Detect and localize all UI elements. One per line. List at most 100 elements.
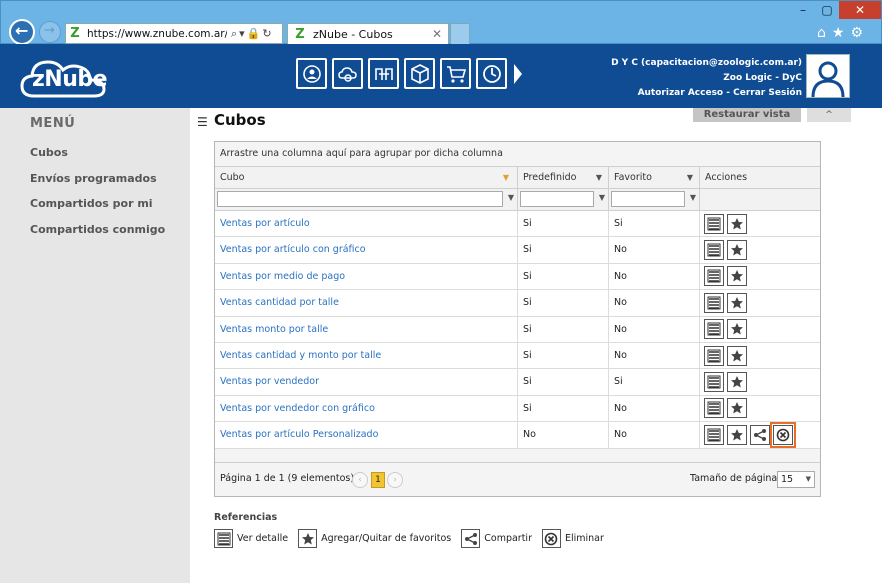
cube-name-link[interactable]: Ventas por medio de pago	[215, 263, 518, 290]
favorite-toggle-button[interactable]	[727, 319, 747, 340]
view-detail-button[interactable]	[704, 319, 724, 340]
address-bar-icons[interactable]: ⌕▾🔒↻	[231, 27, 274, 41]
next-page-button[interactable]: ›	[387, 472, 403, 488]
prev-page-button[interactable]: ‹	[352, 472, 368, 488]
sort-desc-icon[interactable]: ▼	[503, 167, 509, 188]
filter-input-favorito[interactable]	[611, 191, 685, 207]
predefinido-value: Si	[518, 290, 609, 316]
cube-name-link[interactable]: Ventas cantidad y monto por talle	[215, 342, 518, 369]
tab-close-icon[interactable]: ✕	[432, 27, 442, 41]
address-bar[interactable]: Z https://www.znube.com.ar/OLAP, ⌕▾🔒↻	[65, 23, 283, 44]
browser-toolbar-icons[interactable]: ⌂★⚙	[817, 25, 869, 41]
logout-link[interactable]: Cerrar Sesión	[733, 88, 802, 98]
view-detail-button[interactable]	[704, 240, 724, 261]
table-row[interactable]: Ventas por artículo Personalizado No No	[215, 422, 820, 449]
favorite-toggle-button[interactable]	[727, 266, 747, 287]
table-row[interactable]: Ventas por medio de pago Si No	[215, 263, 820, 291]
url-text[interactable]: https://www.znube.com.ar/OLAP,	[87, 28, 227, 40]
window-close-icon[interactable]: ✕	[839, 1, 881, 19]
filter-icon[interactable]: ▼	[690, 193, 696, 202]
hamburger-menu-icon[interactable]: ☰	[197, 115, 208, 129]
view-detail-button[interactable]	[704, 424, 724, 445]
cube-name-link[interactable]: Ventas por artículo	[215, 211, 518, 237]
favorite-toggle-button[interactable]	[727, 345, 747, 366]
view-detail-button[interactable]	[704, 398, 724, 419]
column-header-favorito[interactable]: Favorito ▼	[609, 167, 700, 188]
restore-view-button[interactable]: Restaurar vista	[693, 108, 801, 122]
filter-icon[interactable]: ▼	[596, 167, 602, 188]
filter-icon[interactable]: ▼	[508, 193, 514, 202]
menu-title: MENÚ	[30, 116, 76, 131]
column-header-cubo[interactable]: Cubo ▼	[215, 167, 518, 188]
favorite-toggle-button[interactable]	[727, 240, 747, 261]
column-header-label: Acciones	[705, 172, 748, 183]
table-row[interactable]: Ventas por vendedor Si Si	[215, 369, 820, 396]
authorize-access-link[interactable]: Autorizar Acceso	[638, 88, 724, 98]
filter-input-predefinido[interactable]	[520, 191, 594, 207]
table-row[interactable]: Ventas por artículo Si Si	[215, 211, 820, 238]
filter-icon[interactable]: ▼	[599, 193, 605, 202]
app-header: zNube D Y C (capacitacion@zoologic.com.a…	[0, 44, 882, 108]
browser-tab[interactable]: Z zNube - Cubos ✕	[287, 23, 449, 45]
back-button[interactable]	[9, 19, 35, 45]
cube-name-link[interactable]: Ventas monto por talle	[215, 316, 518, 342]
page-title: Cubos	[214, 111, 266, 129]
group-by-panel[interactable]: Arrastre una columna aquí para agrupar p…	[215, 142, 820, 167]
table-row[interactable]: Ventas por vendedor con gráfico Si No	[215, 395, 820, 423]
list-detail-icon	[214, 529, 233, 548]
cube-name-link[interactable]: Ventas por artículo con gráfico	[215, 237, 518, 263]
favorito-value: Si	[609, 211, 700, 237]
avatar[interactable]	[806, 54, 850, 98]
minimize-icon[interactable]: –	[791, 1, 815, 19]
favorite-toggle-button[interactable]	[727, 424, 747, 445]
view-detail-button[interactable]	[704, 345, 724, 366]
table-row[interactable]: Ventas cantidad y monto por talle Si No	[215, 342, 820, 370]
column-header-predefinido[interactable]: Predefinido ▼	[518, 167, 609, 188]
forward-button[interactable]	[39, 21, 61, 43]
predefinido-value: Si	[518, 263, 609, 290]
sidebar-item-compartidos-conmigo[interactable]: Compartidos conmigo	[30, 223, 165, 236]
cube-name-link[interactable]: Ventas por vendedor	[215, 369, 518, 395]
settings-gear-icon[interactable]: ⚙	[850, 25, 869, 41]
favorite-toggle-button[interactable]	[727, 213, 747, 234]
view-detail-button[interactable]	[704, 213, 724, 234]
favorites-icon[interactable]: ★	[832, 25, 851, 41]
znube-logo[interactable]: zNube	[20, 52, 112, 102]
browser-chrome: Z https://www.znube.com.ar/OLAP, ⌕▾🔒↻ Z …	[0, 0, 882, 45]
favorite-toggle-button[interactable]	[727, 398, 747, 419]
actions-cell	[700, 211, 820, 236]
delete-button[interactable]	[770, 422, 796, 448]
favorite-toggle-button[interactable]	[727, 292, 747, 313]
table-row[interactable]: Ventas monto por talle Si No	[215, 316, 820, 343]
filter-icon[interactable]: ▼	[687, 167, 693, 188]
sidebar-item-cubos[interactable]: Cubos	[30, 146, 68, 159]
filter-input-cubo[interactable]	[217, 191, 503, 207]
favorite-toggle-button[interactable]	[727, 372, 747, 393]
cube-icon[interactable]	[404, 58, 435, 89]
sidebar-item-compartidos-por-mi[interactable]: Compartidos por mi	[30, 197, 153, 210]
cube-name-link[interactable]: Ventas por vendedor con gráfico	[215, 395, 518, 422]
view-detail-button[interactable]	[704, 266, 724, 287]
home-icon[interactable]: ⌂	[817, 25, 832, 41]
sidebar-item-envios-programados[interactable]: Envíos programados	[30, 172, 157, 185]
transfer-icon[interactable]	[368, 58, 399, 89]
favorito-value: Si	[609, 369, 700, 395]
users-cycle-icon[interactable]	[296, 58, 327, 89]
view-detail-button[interactable]	[704, 292, 724, 313]
new-tab-button[interactable]	[450, 23, 470, 45]
cube-name-link[interactable]: Ventas cantidad por talle	[215, 290, 518, 316]
table-row[interactable]: Ventas por artículo con gráfico Si No	[215, 237, 820, 264]
page-size-select[interactable]: 15 ▼	[777, 471, 815, 488]
table-row[interactable]: Ventas cantidad por talle Si No	[215, 290, 820, 317]
share-button[interactable]	[750, 424, 770, 445]
page-size-value: 15	[781, 474, 794, 485]
cloud-gear-icon[interactable]	[332, 58, 363, 89]
maximize-icon[interactable]: ▢	[815, 1, 839, 19]
view-detail-button[interactable]	[704, 372, 724, 393]
current-page-button[interactable]: 1	[371, 472, 385, 488]
nav-next-arrow-icon[interactable]	[512, 58, 524, 89]
collapse-button[interactable]: ^	[807, 108, 851, 122]
cube-name-link[interactable]: Ventas por artículo Personalizado	[215, 422, 518, 448]
cart-icon[interactable]	[440, 58, 471, 89]
clock-icon[interactable]	[476, 58, 507, 89]
